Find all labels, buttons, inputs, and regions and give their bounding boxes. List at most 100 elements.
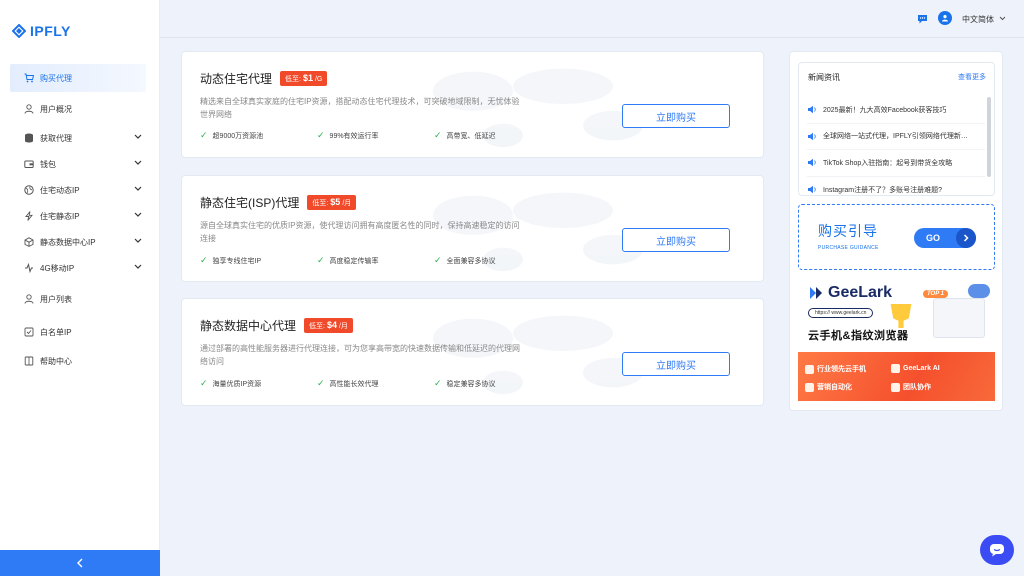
sidebar-item-static-datacenter-ip[interactable]: 静态数据中心IP	[10, 229, 146, 255]
product-card: 动态住宅代理 低至: $1/G 精选来自全球真实家庭的住宅IP资源，搭配动态住宅代…	[181, 51, 764, 158]
sidebar-item-label: 帮助中心	[40, 356, 72, 366]
check-icon: ✓	[434, 130, 442, 140]
sidebar-item-label: 用户概况	[40, 104, 72, 114]
feature-item: ✓ 独享专线住宅IP	[200, 255, 262, 265]
top-badge: TOP 1	[923, 290, 949, 298]
feature-icon	[891, 382, 900, 392]
product-card: 静态住宅(ISP)代理 低至: $5/月 源自全球真实住宅的优质IP资源，使代理访…	[181, 175, 764, 282]
product-title-row: 动态住宅代理 低至: $1/G	[200, 70, 328, 87]
buy-now-button[interactable]: 立即购买	[622, 228, 730, 252]
language-selector[interactable]: 中文简体	[962, 14, 994, 25]
wallet-icon	[24, 159, 34, 169]
guide-title: 购买引导	[818, 223, 878, 239]
right-panel: 新闻资讯 查看更多 2025最新！九大高效Facebook获客技巧 全球网络一站…	[789, 51, 1003, 411]
check-icon: ✓	[200, 130, 208, 140]
checklist-icon	[24, 327, 34, 337]
speaker-icon	[808, 186, 816, 194]
feature-item: ✓ 高性能长效代理	[317, 378, 379, 388]
sidebar-item-wallet[interactable]: 钱包	[10, 151, 146, 177]
chevron-left-icon	[77, 558, 83, 568]
speaker-icon	[808, 132, 816, 140]
trophy-icon	[890, 304, 912, 328]
ad-headline: 云手机&指纹浏览器	[808, 330, 909, 342]
cart-icon	[24, 73, 34, 83]
speaker-icon	[808, 106, 816, 114]
sidebar-item-label: 用户列表	[40, 294, 72, 304]
product-title: 静态数据中心代理	[200, 319, 297, 333]
buy-now-button[interactable]: 立即购买	[622, 352, 730, 376]
sidebar-item-residential-dynamic-ip[interactable]: 住宅动态IP	[10, 177, 146, 203]
sidebar-item-4g-mobile-ip[interactable]: 4G移动IP	[10, 255, 146, 281]
sidebar-item-buy-proxy[interactable]: 购买代理	[10, 64, 146, 92]
sidebar-item-get-proxy[interactable]: 获取代理	[10, 125, 146, 151]
sidebar-item-label: 获取代理	[40, 133, 72, 143]
ad-feature: GeeLark AI	[891, 364, 940, 373]
sidebar-item-help-center[interactable]: 帮助中心	[10, 347, 146, 375]
check-icon: ✓	[434, 255, 442, 265]
user-icon	[24, 104, 34, 114]
feature-list: ✓ 超9000万资源池 ✓ 99%有效运行率 ✓ 高带宽、低延迟	[200, 130, 551, 141]
news-item[interactable]: TikTok Shop入驻指南：起号到带货全攻略	[807, 150, 985, 177]
sidebar-item-label: 钱包	[40, 159, 56, 169]
app-screenshot-illustration	[933, 298, 985, 338]
product-title: 静态住宅(ISP)代理	[200, 196, 300, 210]
sidebar-item-whitelist-ip[interactable]: 白名单IP	[10, 317, 146, 347]
sidebar-nav: 购买代理 用户概况 获取代理 钱包 住宅动态IP 住宅静态IP 静态数据中心IP…	[10, 64, 146, 375]
news-more-link[interactable]: 查看更多	[958, 72, 986, 82]
ad-feature-band: 行业领先云手机 GeeLark AI 营销自动化 团队协作	[798, 352, 995, 401]
news-list: 2025最新！九大高效Facebook获客技巧 全球网络一站式代理，IPFLY引…	[807, 97, 985, 196]
ad-feature: 行业领先云手机	[805, 364, 866, 374]
news-item[interactable]: 全球网络一站式代理，IPFLY引领网络代理新…	[807, 124, 985, 150]
sidebar-item-label: 4G移动IP	[40, 263, 75, 273]
bolt-icon	[24, 211, 34, 221]
product-description: 源自全球真实住宅的优质IP资源，使代理访问拥有高度匿名性的同时，保持高速稳定的访…	[200, 221, 520, 243]
guide-go-button[interactable]: GO	[914, 228, 976, 248]
news-item[interactable]: 2025最新！九大高效Facebook获客技巧	[807, 97, 985, 124]
price-badge: 低至: $1/G	[280, 71, 328, 86]
feature-item: ✓ 全面兼容多协议	[434, 255, 496, 265]
sidebar-item-residential-static-ip[interactable]: 住宅静态IP	[10, 203, 146, 229]
brand-logo[interactable]: IPFLY	[12, 22, 71, 40]
purchase-guide-banner[interactable]: 购买引导 PURCHASE GUIDANCE GO	[798, 204, 995, 270]
feature-item: ✓ 高度稳定传输率	[317, 255, 379, 265]
sidebar-item-label: 住宅动态IP	[40, 185, 80, 195]
message-icon[interactable]	[917, 13, 928, 27]
check-icon: ✓	[317, 378, 325, 388]
check-icon: ✓	[434, 378, 442, 388]
user-list-icon	[24, 294, 34, 304]
check-icon: ✓	[200, 378, 208, 388]
feature-item: ✓ 稳定兼容多协议	[434, 378, 496, 388]
sidebar-item-user-list[interactable]: 用户列表	[10, 284, 146, 314]
database-icon	[24, 133, 34, 143]
news-item[interactable]: Instagram注册不了？多账号注册难题?	[807, 177, 985, 196]
guide-subtitle: PURCHASE GUIDANCE	[818, 245, 879, 251]
price-badge: 低至: $4/月	[304, 318, 353, 333]
sidebar-item-label: 购买代理	[40, 73, 72, 83]
user-avatar-icon[interactable]	[938, 11, 952, 25]
chevron-down-icon	[134, 186, 142, 191]
product-title-row: 静态数据中心代理 低至: $4/月	[200, 317, 353, 334]
geelark-logo-icon	[810, 287, 822, 299]
feature-icon	[891, 364, 900, 373]
sidebar-collapse-button[interactable]	[0, 550, 160, 576]
sidebar-item-label: 住宅静态IP	[40, 211, 80, 221]
chat-support-button[interactable]	[980, 535, 1014, 565]
chevron-down-icon	[134, 212, 142, 217]
ad-feature: 团队协作	[891, 382, 931, 392]
cloud-icon	[968, 284, 990, 298]
book-icon	[24, 356, 34, 366]
chevron-down-icon[interactable]	[999, 16, 1006, 21]
feature-list: ✓ 独享专线住宅IP ✓ 高度稳定传输率 ✓ 全面兼容多协议	[200, 255, 551, 266]
news-panel: 新闻资讯 查看更多 2025最新！九大高效Facebook获客技巧 全球网络一站…	[798, 62, 995, 196]
feature-icon	[805, 364, 814, 374]
geelark-ad-banner[interactable]: GeeLark https:// www.geelark.cn TOP 1 云手…	[798, 280, 995, 401]
buy-now-button[interactable]: 立即购买	[622, 104, 730, 128]
chat-icon	[990, 544, 1004, 557]
logo-icon	[12, 24, 26, 38]
news-scrollbar[interactable]	[987, 97, 991, 177]
price-badge: 低至: $5/月	[307, 195, 357, 210]
sidebar-item-user-overview[interactable]: 用户概况	[10, 96, 146, 122]
news-title: 新闻资讯	[808, 73, 840, 82]
product-description: 通过部署的高性能服务器进行代理连接，可为您享高带宽的快速数据传输和低延迟的代理网…	[200, 344, 520, 366]
ad-url: https:// www.geelark.cn	[808, 308, 874, 318]
